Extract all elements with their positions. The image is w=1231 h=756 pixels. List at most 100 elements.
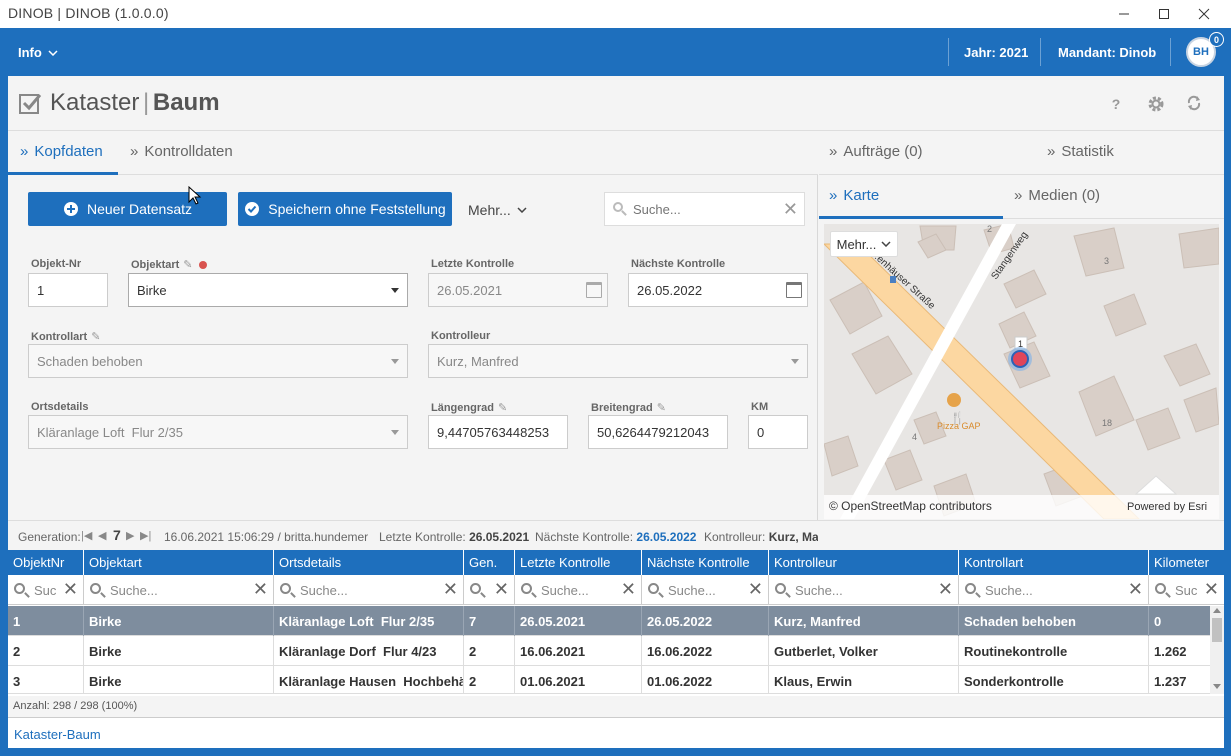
laengengrad-field[interactable]: 9,44705763448253 xyxy=(428,415,568,449)
tab-statistik[interactable]: » Statistik xyxy=(1047,143,1114,160)
tab-auftraege[interactable]: » Aufträge (0) xyxy=(829,143,923,160)
clear-filter-icon[interactable]: ✕ xyxy=(1128,579,1143,600)
filter-kilometer[interactable]: Suc ✕ xyxy=(1149,575,1224,605)
clear-filter-icon[interactable]: ✕ xyxy=(938,579,953,600)
filter-ortsdetails-placeholder: Suche... xyxy=(300,583,348,598)
calendar-icon[interactable] xyxy=(786,282,802,298)
naechste-kontrolle-field[interactable]: 26.05.2022 xyxy=(628,273,808,307)
filter-gen[interactable]: ✕ xyxy=(464,575,515,605)
client-selector[interactable]: Mandant: Dinob xyxy=(1058,45,1156,60)
record-count: Anzahl: 298 / 298 (100%) xyxy=(8,696,1224,716)
cell-kilometer: 1.262 xyxy=(1154,644,1187,659)
pencil-icon[interactable]: ✎ xyxy=(657,401,666,414)
table-row[interactable]: 3 Birke Kläranlage Hausen Hochbehälter 2… xyxy=(8,666,1210,694)
column-header-objektart[interactable]: Objektart xyxy=(84,550,274,575)
map-more-label: Mehr... xyxy=(836,236,877,252)
cell-ortsdetails: Kläranlage Hausen Hochbehälter xyxy=(274,666,464,693)
filter-objektnr-placeholder: Suc xyxy=(34,583,57,598)
clear-filter-icon[interactable]: ✕ xyxy=(748,579,763,600)
pencil-icon[interactable]: ✎ xyxy=(91,330,100,343)
table-row[interactable]: 2 Birke Kläranlage Dorf Flur 4/23 2 16.0… xyxy=(8,636,1210,666)
first-generation-icon[interactable]: |◀ xyxy=(81,529,92,542)
objektart-select[interactable]: Birke xyxy=(128,273,408,307)
clear-filter-icon[interactable]: ✕ xyxy=(63,579,78,600)
filter-naechste-kontrolle[interactable]: Suche... ✕ xyxy=(642,575,769,605)
year-selector[interactable]: Jahr: 2021 xyxy=(964,45,1028,60)
last-generation-icon[interactable]: ▶| xyxy=(140,529,151,542)
help-icon[interactable]: ? xyxy=(1107,96,1125,114)
record-count-label: Anzahl: 298 / 298 (100%) xyxy=(13,700,138,712)
search-input[interactable] xyxy=(633,201,773,217)
pencil-icon[interactable]: ✎ xyxy=(498,401,507,414)
objekt-nr-field[interactable]: 1 xyxy=(28,273,108,307)
more-menu-label: Mehr... xyxy=(468,202,511,218)
map-canvas[interactable]: ...enhäuser Straße Stangenweg 2 3 4 18 P… xyxy=(824,224,1219,519)
page-title: Kataster | Baum xyxy=(50,89,220,117)
next-generation-icon[interactable]: ▶ xyxy=(126,529,134,542)
tab-karte[interactable]: » Karte xyxy=(829,187,879,204)
more-menu[interactable]: Mehr... xyxy=(468,202,527,218)
column-header-kontrolleur[interactable]: Kontrolleur xyxy=(769,550,959,575)
kontrollart-select: Schaden behoben xyxy=(28,344,408,378)
breitengrad-label: Breitengrad ✎ xyxy=(591,401,666,414)
clear-search-icon[interactable]: ✕ xyxy=(783,199,798,220)
tab-kopfdaten[interactable]: » Kopfdaten xyxy=(20,143,103,160)
filter-objektart[interactable]: Suche... ✕ xyxy=(84,575,274,605)
objekt-nr-label: Objekt-Nr xyxy=(31,258,82,270)
info-menu[interactable]: Info xyxy=(18,45,58,60)
cell-kontrollart: Sonderkontrolle xyxy=(959,666,1149,693)
refresh-icon[interactable] xyxy=(1186,95,1202,111)
maximize-icon xyxy=(1159,9,1169,19)
search-box[interactable]: ✕ xyxy=(604,192,805,226)
clear-filter-icon[interactable]: ✕ xyxy=(253,579,268,600)
new-record-label: Neuer Datensatz xyxy=(86,201,193,217)
genbar-lk-label: Letzte Kontrolle: xyxy=(379,530,466,544)
table-row[interactable]: 1 Birke Kläranlage Loft Flur 2/35 7 26.0… xyxy=(8,606,1210,636)
column-header-gen[interactable]: Gen. xyxy=(464,550,515,575)
column-header-kilometer[interactable]: Kilometer xyxy=(1149,550,1224,575)
previous-generation-icon[interactable]: ◀ xyxy=(98,529,106,542)
scroll-down-icon[interactable] xyxy=(1213,684,1221,689)
filter-letzte-kontrolle[interactable]: Suche... ✕ xyxy=(515,575,642,605)
map-view[interactable]: ...enhäuser Straße Stangenweg 2 3 4 18 P… xyxy=(824,224,1219,519)
filter-kontrolleur[interactable]: Suche... ✕ xyxy=(769,575,959,605)
generation-timestamp: 16.06.2021 15:06:29 / britta.hundemer xyxy=(164,530,369,544)
filter-ortsdetails[interactable]: Suche... ✕ xyxy=(274,575,464,605)
genbar-kontrolleur: Kontrolleur: Kurz, Mar xyxy=(704,530,818,544)
naechste-kontrolle-label: Nächste Kontrolle xyxy=(631,258,726,270)
save-without-finding-button[interactable]: Speichern ohne Feststellung xyxy=(238,192,452,226)
maximize-button[interactable] xyxy=(1144,0,1184,28)
dropdown-caret-icon xyxy=(391,359,399,364)
chevron-down-icon xyxy=(881,241,891,247)
scroll-up-icon[interactable] xyxy=(1213,608,1221,613)
tab-medien[interactable]: » Medien (0) xyxy=(1014,187,1100,204)
column-header-kontrollart[interactable]: Kontrollart xyxy=(959,550,1149,575)
map-more-menu[interactable]: Mehr... xyxy=(830,231,898,257)
column-header-naechste-kontrolle[interactable]: Nächste Kontrolle xyxy=(642,550,769,575)
tab-kataster-baum[interactable]: Kataster-Baum xyxy=(14,727,101,742)
filter-kontrollart[interactable]: Suche... ✕ xyxy=(959,575,1149,605)
filter-objektnr[interactable]: Suc ✕ xyxy=(8,575,84,605)
clear-filter-icon[interactable]: ✕ xyxy=(621,579,636,600)
tab-kontrolldaten-label: Kontrolldaten xyxy=(144,143,233,160)
grid-scrollbar[interactable] xyxy=(1210,606,1224,694)
breitengrad-field[interactable]: 50,6264479212043 xyxy=(588,415,728,449)
minimize-button[interactable] xyxy=(1104,0,1144,28)
scrollbar-thumb[interactable] xyxy=(1212,618,1222,642)
gear-icon[interactable] xyxy=(1147,95,1165,113)
cell-objektnr: 2 xyxy=(8,636,84,666)
column-header-objektnr[interactable]: ObjektNr xyxy=(8,550,84,575)
column-header-letzte-kontrolle[interactable]: Letzte Kontrolle xyxy=(515,550,642,575)
clear-filter-icon[interactable]: ✕ xyxy=(494,579,509,600)
tree-marker[interactable] xyxy=(1011,350,1029,368)
clear-filter-icon[interactable]: ✕ xyxy=(1204,579,1219,600)
pencil-icon[interactable]: ✎ xyxy=(183,258,192,271)
dropdown-caret-icon xyxy=(391,288,399,293)
tab-kontrolldaten[interactable]: » Kontrolldaten xyxy=(130,143,233,160)
km-field[interactable]: 0 xyxy=(748,415,808,449)
column-header-ortsdetails[interactable]: Ortsdetails xyxy=(274,550,464,575)
objektart-label-text: Objektart xyxy=(131,259,180,271)
close-window-button[interactable] xyxy=(1184,0,1224,28)
clear-filter-icon[interactable]: ✕ xyxy=(443,579,458,600)
search-icon xyxy=(613,202,627,216)
